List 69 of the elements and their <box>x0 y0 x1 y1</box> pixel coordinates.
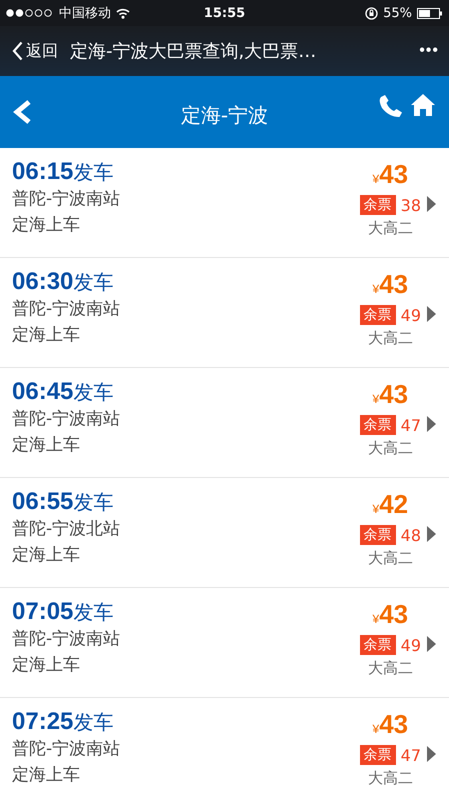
boarding-point: 定海上车 <box>12 324 80 347</box>
chevron-right-icon <box>427 636 436 652</box>
tickets-left-count: 47 <box>400 746 421 764</box>
departure-time: 06:55发车 <box>12 488 114 516</box>
route-name: 普陀-宁波北站 <box>12 518 120 541</box>
page-title: 定海-宁波大巴票查询,大巴票… <box>70 40 318 63</box>
home-icon[interactable] <box>411 94 435 116</box>
trip-row[interactable]: 06:55发车 普陀-宁波北站 定海上车 ¥42 余票 48 大高二 <box>0 478 449 588</box>
route-name: 普陀-宁波南站 <box>12 298 120 321</box>
signal-icon <box>6 9 54 17</box>
tickets-left-count: 49 <box>400 636 421 654</box>
battery-icon <box>417 8 443 18</box>
tickets-left-tag: 余票 <box>360 635 396 655</box>
tickets-left-count: 49 <box>400 306 421 324</box>
bus-type: 大高二 <box>368 439 413 458</box>
bus-type: 大高二 <box>368 329 413 348</box>
route-name: 普陀-宁波南站 <box>12 408 120 431</box>
battery-percent: 55% <box>383 6 412 20</box>
departure-time: 06:45发车 <box>12 378 114 406</box>
ticket-price: ¥43 <box>372 598 408 631</box>
route-name: 普陀-宁波南站 <box>12 188 120 211</box>
carrier-name: 中国移动 <box>59 5 111 22</box>
tickets-left-count: 38 <box>400 196 421 214</box>
bus-type: 大高二 <box>368 659 413 678</box>
tickets-left-tag: 余票 <box>360 745 396 765</box>
trip-row[interactable]: 07:25发车 普陀-宁波南站 定海上车 ¥43 余票 47 大高二 <box>0 698 449 800</box>
departure-time: 06:30发车 <box>12 268 114 296</box>
boarding-point: 定海上车 <box>12 764 80 787</box>
boarding-point: 定海上车 <box>12 654 80 677</box>
trip-row[interactable]: 07:05发车 普陀-宁波南站 定海上车 ¥43 余票 49 大高二 <box>0 588 449 698</box>
tickets-left-tag: 余票 <box>360 415 396 435</box>
route-name: 普陀-宁波南站 <box>12 628 120 651</box>
wifi-icon <box>116 8 130 18</box>
rotation-lock-icon <box>365 6 378 20</box>
trip-row[interactable]: 06:45发车 普陀-宁波南站 定海上车 ¥43 余票 47 大高二 <box>0 368 449 478</box>
boarding-point: 定海上车 <box>12 434 80 457</box>
chevron-left-icon <box>12 41 23 61</box>
route-title: 定海-宁波 <box>180 102 268 129</box>
ticket-price: ¥43 <box>372 268 408 301</box>
bus-type: 大高二 <box>368 219 413 238</box>
bus-type: 大高二 <box>368 769 413 788</box>
departure-time: 06:15发车 <box>12 158 114 186</box>
departure-time: 07:25发车 <box>12 708 114 736</box>
status-time: 15:55 <box>204 6 246 20</box>
route-name: 普陀-宁波南站 <box>12 738 120 761</box>
boarding-point: 定海上车 <box>12 544 80 567</box>
more-button[interactable]: ••• <box>419 42 439 60</box>
departure-time: 07:05发车 <box>12 598 114 626</box>
ticket-price: ¥42 <box>372 488 408 521</box>
back-label: 返回 <box>26 40 58 62</box>
tickets-left-tag: 余票 <box>360 525 396 545</box>
boarding-point: 定海上车 <box>12 214 80 237</box>
trip-row[interactable]: 06:30发车 普陀-宁波南站 定海上车 ¥43 余票 49 大高二 <box>0 258 449 368</box>
trip-row[interactable]: 06:15发车 普陀-宁波南站 定海上车 ¥43 余票 38 大高二 <box>0 148 449 258</box>
bus-type: 大高二 <box>368 549 413 568</box>
chevron-right-icon <box>427 306 436 322</box>
chevron-right-icon <box>427 526 436 542</box>
ticket-price: ¥43 <box>372 158 408 191</box>
chevron-right-icon <box>427 746 436 762</box>
phone-icon[interactable] <box>379 94 403 118</box>
chevron-right-icon <box>427 416 436 432</box>
chevron-right-icon <box>427 196 436 212</box>
back-button[interactable]: 返回 <box>12 40 58 62</box>
ticket-price: ¥43 <box>372 708 408 741</box>
tickets-left-count: 48 <box>400 526 421 544</box>
tickets-left-tag: 余票 <box>360 305 396 325</box>
tickets-left-tag: 余票 <box>360 195 396 215</box>
ticket-price: ¥43 <box>372 378 408 411</box>
tickets-left-count: 47 <box>400 416 421 434</box>
